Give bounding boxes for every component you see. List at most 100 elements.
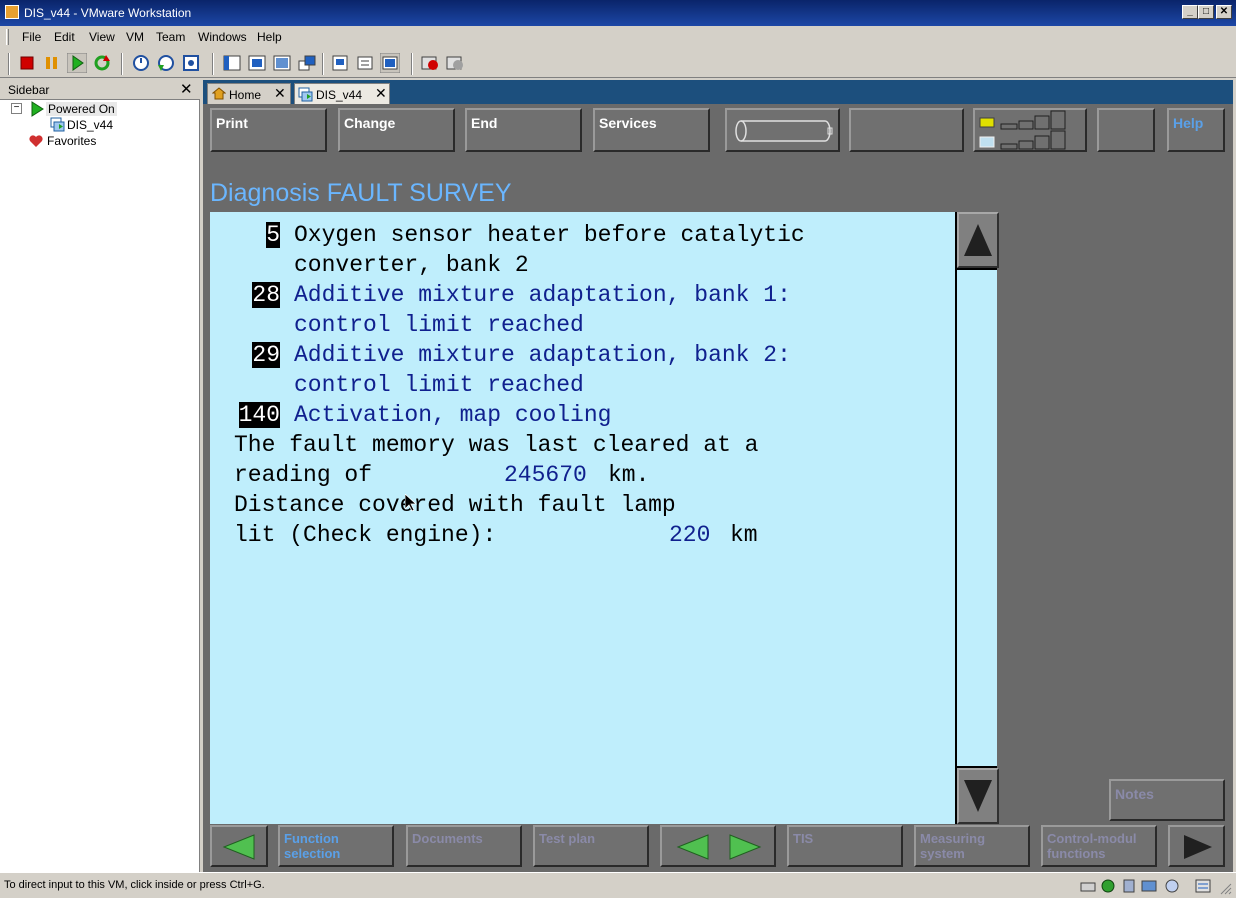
mouse-cursor-icon	[405, 494, 417, 512]
down-arrow-icon	[964, 780, 992, 812]
console-view-icon[interactable]	[380, 53, 400, 73]
tree-favorites[interactable]: Favorites	[47, 134, 96, 148]
sidebar-header: Sidebar ✕	[0, 80, 200, 100]
menu-windows[interactable]: Windows	[198, 30, 247, 44]
scroll-track-divider	[957, 268, 997, 270]
home-icon	[212, 87, 226, 100]
power-off-icon[interactable]	[17, 53, 37, 73]
summary-view-icon[interactable]	[330, 53, 350, 73]
menu-bar: File Edit View VM Team Windows Help	[0, 26, 1236, 48]
vmware-app-icon	[5, 5, 19, 19]
tab-dis-v44[interactable]: DIS_v44 ✕	[294, 83, 390, 104]
appliance-view-icon[interactable]	[355, 53, 375, 73]
replay-icon[interactable]	[445, 53, 465, 73]
maximize-button[interactable]: □	[1198, 5, 1214, 19]
guest-screen[interactable]: Print Change End Services Help Diagnosis…	[209, 105, 1233, 872]
tree-collapse-icon[interactable]: −	[11, 103, 22, 114]
menu-edit[interactable]: Edit	[54, 30, 75, 44]
tab-strip: Home ✕ DIS_v44 ✕	[203, 80, 1233, 104]
vm-tab-icon	[298, 87, 313, 102]
content-scrollbar[interactable]	[955, 212, 999, 824]
snapshot-icon[interactable]	[131, 53, 151, 73]
main-panel: Home ✕ DIS_v44 ✕ Print Change End Servic…	[203, 80, 1233, 872]
menu-view[interactable]: View	[89, 30, 115, 44]
device-status-icons	[1080, 879, 1200, 893]
reading-value: 245670	[504, 462, 587, 488]
menu-team[interactable]: Team	[156, 30, 185, 44]
page-right-arrow-icon	[729, 834, 762, 860]
revert-snapshot-icon[interactable]	[156, 53, 176, 73]
suspend-icon[interactable]	[42, 53, 62, 73]
back-nav-button[interactable]	[210, 825, 268, 867]
reading-unit: km.	[608, 462, 650, 488]
sidebar-toggle-icon[interactable]	[222, 53, 242, 73]
tab-home-close-icon[interactable]: ✕	[274, 85, 286, 102]
page-nav-button[interactable]	[660, 825, 776, 867]
tis-button[interactable]: TIS	[787, 825, 903, 867]
toolbar-separator-2	[212, 53, 214, 75]
message-log-icon[interactable]	[1195, 878, 1211, 894]
close-window-button[interactable]: ✕	[1216, 5, 1232, 19]
minimize-button[interactable]: _	[1182, 5, 1198, 19]
page-left-arrow-icon	[676, 834, 709, 860]
quick-switch-icon[interactable]	[272, 53, 292, 73]
fault-code-5: 5	[266, 222, 280, 248]
tree-powered-on[interactable]: Powered On	[46, 102, 117, 116]
full-screen-icon[interactable]	[247, 53, 267, 73]
connection-status	[973, 108, 1087, 152]
blank-top-button	[849, 108, 964, 152]
record-icon[interactable]	[420, 53, 440, 73]
notes-button[interactable]: Notes	[1109, 779, 1225, 821]
change-button[interactable]: Change	[338, 108, 455, 152]
resize-grip-icon[interactable]	[1218, 881, 1232, 895]
status-message: To direct input to this VM, click inside…	[4, 879, 265, 891]
reset-icon[interactable]	[92, 53, 112, 73]
function-selection-button[interactable]: Function selection	[278, 825, 394, 867]
test-plan-button[interactable]: Test plan	[533, 825, 649, 867]
function-selection-line-2: selection	[284, 846, 341, 861]
fault-28-line-2: control limit reached	[294, 312, 584, 338]
end-button[interactable]: End	[465, 108, 582, 152]
title-bar: DIS_v44 - VMware Workstation _ □ ✕	[0, 0, 1236, 26]
scroll-down-button[interactable]	[957, 768, 999, 824]
documents-button[interactable]: Documents	[406, 825, 522, 867]
sidebar-close-icon[interactable]: ✕	[180, 80, 193, 98]
services-button[interactable]: Services	[593, 108, 710, 152]
control-line-2: functions	[1047, 846, 1106, 861]
vm-icon	[50, 117, 65, 132]
fault-140-line-1: Activation, map cooling	[294, 402, 612, 428]
menu-grip	[6, 29, 9, 45]
fault-code-29: 29	[252, 342, 280, 368]
tab-dis-v44-close-icon[interactable]: ✕	[375, 85, 387, 102]
print-button[interactable]: Print	[210, 108, 327, 152]
function-selection-line-1: Function	[284, 831, 339, 846]
menu-file[interactable]: File	[22, 30, 41, 44]
control-module-functions-button[interactable]: Control-modul functions	[1041, 825, 1157, 867]
fault-code-28: 28	[252, 282, 280, 308]
scroll-up-button[interactable]	[957, 212, 999, 268]
fault-survey-content: 5 Oxygen sensor heater before catalytic …	[210, 212, 955, 824]
power-on-icon[interactable]	[67, 53, 87, 73]
left-arrow-icon	[222, 834, 255, 860]
sidebar: Sidebar ✕ − Powered On DIS_v44 Favorites	[0, 80, 200, 872]
favorites-heart-icon	[29, 135, 43, 147]
tree-vm-dis-v44[interactable]: DIS_v44	[67, 118, 113, 132]
distance-unit: km	[730, 522, 758, 548]
unity-icon[interactable]	[297, 53, 317, 73]
tab-home-label: Home	[229, 88, 262, 102]
check-engine-label: lit (Check engine):	[234, 522, 497, 548]
toolbar-separator-3	[322, 53, 324, 75]
measuring-line-2: system	[920, 846, 965, 861]
sidebar-title: Sidebar	[8, 83, 50, 97]
menu-help[interactable]: Help	[257, 30, 282, 44]
snapshot-manager-icon[interactable]	[181, 53, 201, 73]
status-bar: To direct input to this VM, click inside…	[0, 872, 1236, 898]
signal-bars-icon	[979, 110, 1066, 150]
up-arrow-icon	[964, 224, 992, 256]
tab-home[interactable]: Home ✕	[207, 83, 291, 104]
menu-vm[interactable]: VM	[126, 30, 144, 44]
forward-nav-button[interactable]	[1168, 825, 1225, 867]
measuring-system-button[interactable]: Measuring system	[914, 825, 1030, 867]
help-button[interactable]: Help	[1167, 108, 1225, 152]
fault-29-line-2: control limit reached	[294, 372, 584, 398]
